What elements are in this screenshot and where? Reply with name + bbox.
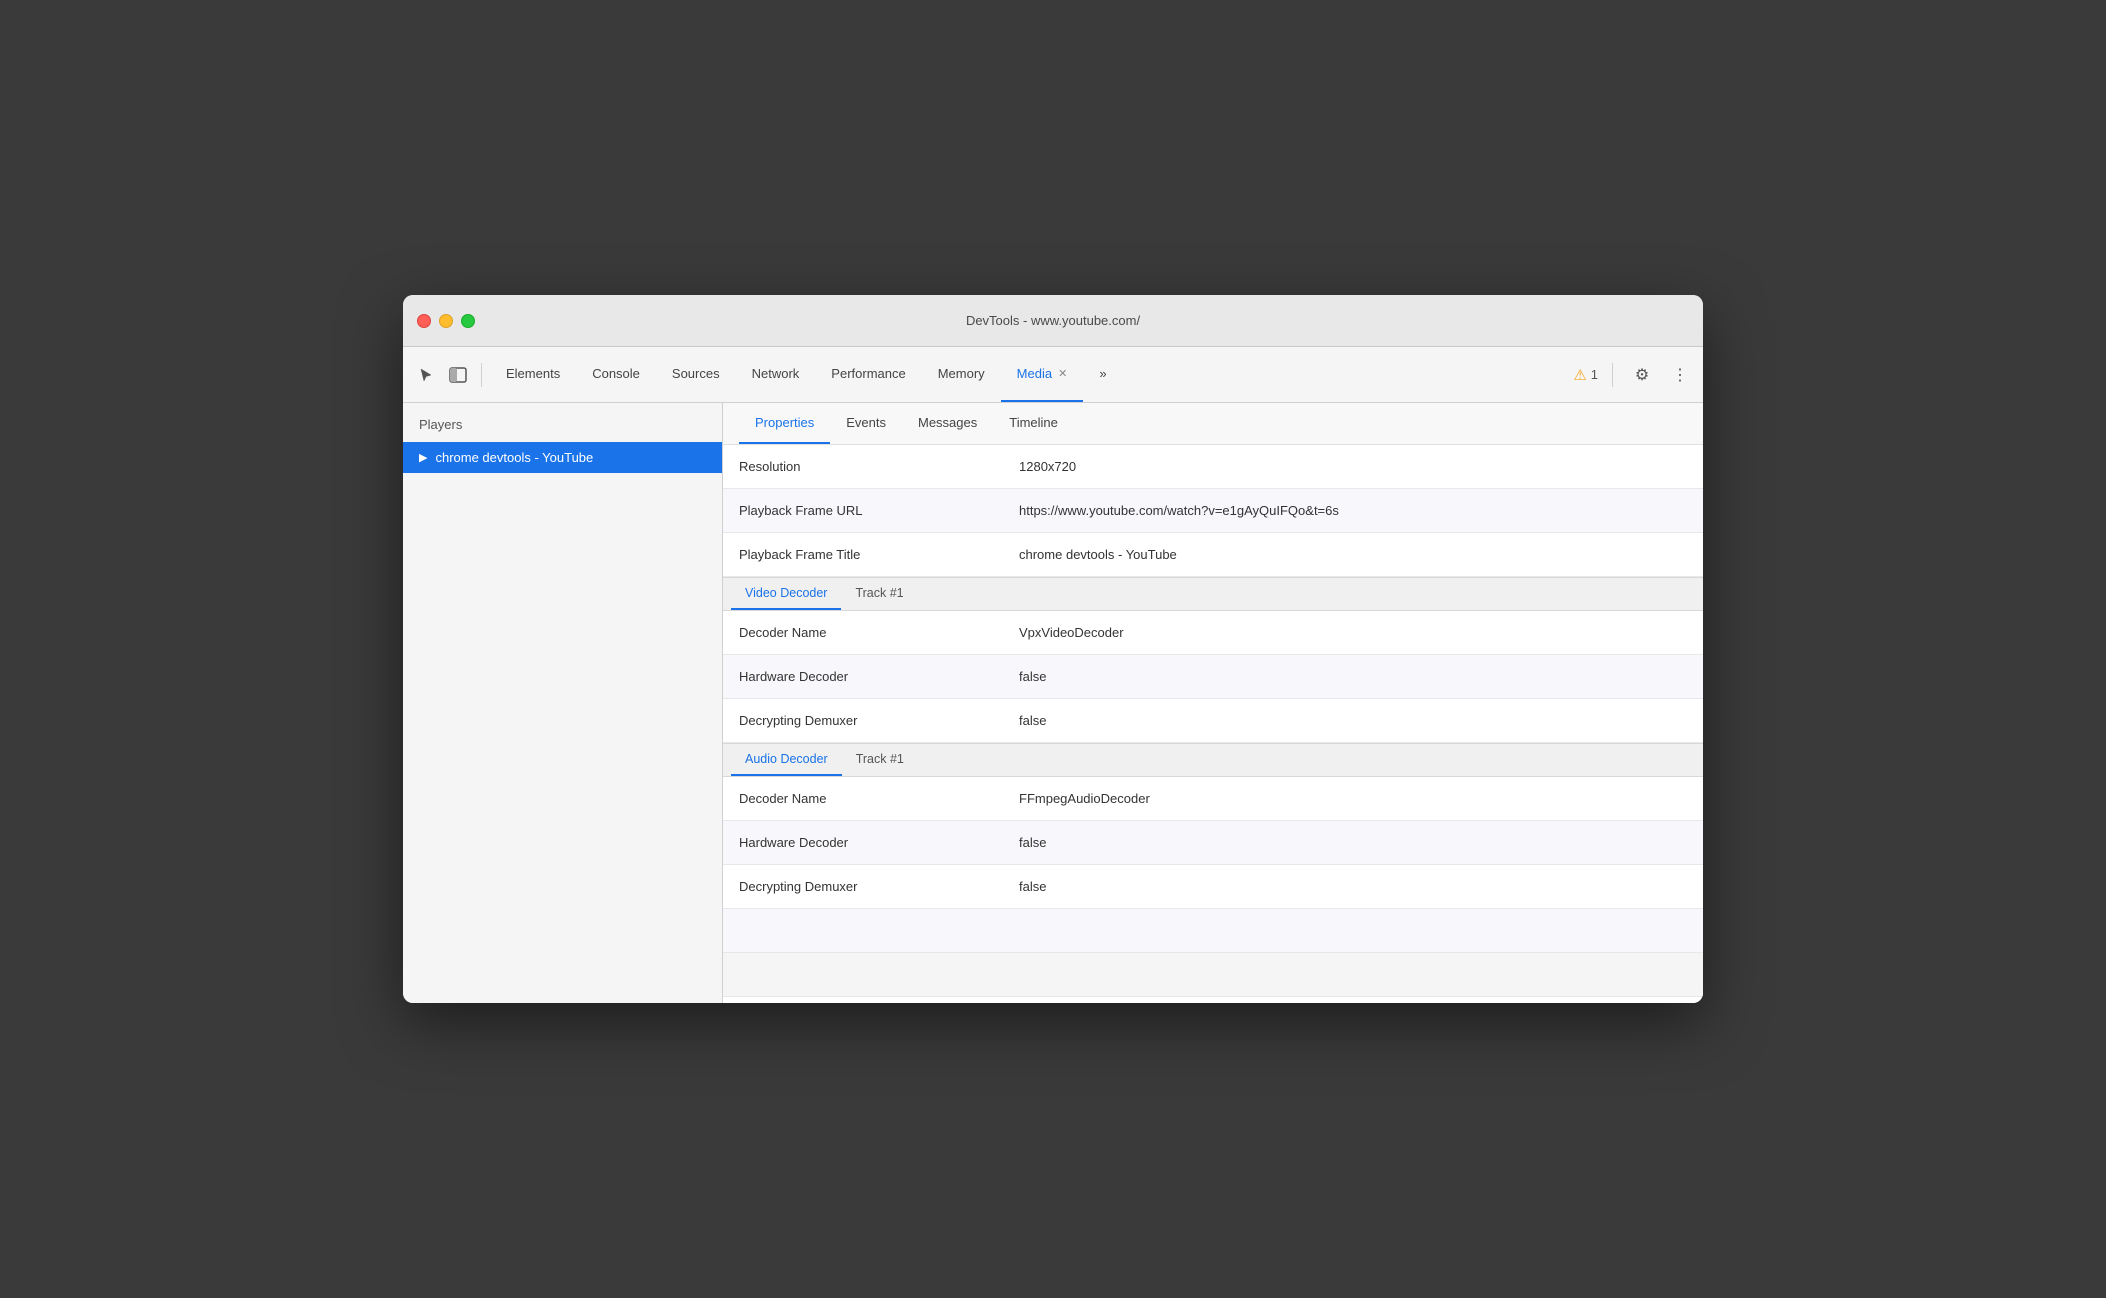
- empty-row-2: [723, 953, 1703, 997]
- prop-value-vhardware: false: [1003, 659, 1703, 694]
- table-row: Playback Frame URL https://www.youtube.c…: [723, 489, 1703, 533]
- tab-media-close[interactable]: ✕: [1058, 367, 1067, 380]
- subtab-messages[interactable]: Messages: [902, 403, 993, 444]
- prop-value-ademuxer: false: [1003, 869, 1703, 904]
- table-row: Decrypting Demuxer false: [723, 865, 1703, 909]
- prop-label-frame-url: Playback Frame URL: [723, 493, 1003, 528]
- warning-badge[interactable]: ⚠ 1: [1573, 366, 1598, 384]
- video-decoder-tabs: Video Decoder Track #1: [723, 578, 1703, 610]
- table-row: Playback Frame Title chrome devtools - Y…: [723, 533, 1703, 577]
- sub-tabs: Properties Events Messages Timeline: [723, 403, 1703, 445]
- tab-media[interactable]: Media ✕: [1001, 347, 1084, 402]
- devtools-window: DevTools - www.youtube.com/ Elements Con…: [403, 295, 1703, 1003]
- prop-label-vdemuxer: Decrypting Demuxer: [723, 703, 1003, 738]
- close-button[interactable]: [417, 314, 431, 328]
- prop-label-adecoder-name: Decoder Name: [723, 781, 1003, 816]
- sidebar: Players ▶ chrome devtools - YouTube: [403, 403, 723, 1003]
- player-item[interactable]: ▶ chrome devtools - YouTube: [403, 442, 722, 473]
- table-row: Hardware Decoder false: [723, 655, 1703, 699]
- table-row: Hardware Decoder false: [723, 821, 1703, 865]
- settings-button[interactable]: ⚙: [1627, 360, 1657, 390]
- subtab-timeline[interactable]: Timeline: [993, 403, 1074, 444]
- prop-label-vhardware: Hardware Decoder: [723, 659, 1003, 694]
- audio-decoder-section-header: Audio Decoder Track #1: [723, 743, 1703, 777]
- toolbar-divider: [481, 363, 482, 387]
- prop-label-ahardware: Hardware Decoder: [723, 825, 1003, 860]
- maximize-button[interactable]: [461, 314, 475, 328]
- more-options-button[interactable]: ⋮: [1665, 360, 1695, 390]
- empty-row: [723, 909, 1703, 953]
- tab-console[interactable]: Console: [576, 347, 656, 402]
- toolbar: Elements Console Sources Network Perform…: [403, 347, 1703, 403]
- prop-value-frame-url: https://www.youtube.com/watch?v=e1gAyQuI…: [1003, 493, 1703, 528]
- cursor-icon[interactable]: [411, 360, 441, 390]
- minimize-button[interactable]: [439, 314, 453, 328]
- sidebar-header: Players: [403, 403, 722, 442]
- toolbar-right: ⚠ 1 ⚙ ⋮: [1573, 360, 1695, 390]
- tab-more[interactable]: »: [1083, 347, 1122, 402]
- main-content: Players ▶ chrome devtools - YouTube Prop…: [403, 403, 1703, 1003]
- tab-sources[interactable]: Sources: [656, 347, 736, 402]
- tab-network[interactable]: Network: [736, 347, 816, 402]
- warning-icon: ⚠: [1573, 366, 1586, 384]
- video-track-tab[interactable]: Track #1: [841, 578, 917, 610]
- table-row: Decrypting Demuxer false: [723, 699, 1703, 743]
- window-title: DevTools - www.youtube.com/: [966, 313, 1140, 328]
- prop-label-frame-title: Playback Frame Title: [723, 537, 1003, 572]
- prop-value-vdemuxer: false: [1003, 703, 1703, 738]
- tab-elements[interactable]: Elements: [490, 347, 576, 402]
- tab-performance[interactable]: Performance: [815, 347, 921, 402]
- prop-label-vdecoder-name: Decoder Name: [723, 615, 1003, 650]
- prop-label-ademuxer: Decrypting Demuxer: [723, 869, 1003, 904]
- prop-label-resolution: Resolution: [723, 449, 1003, 484]
- traffic-lights: [417, 314, 475, 328]
- player-arrow-icon: ▶: [419, 451, 427, 464]
- right-panel: Properties Events Messages Timeline Reso…: [723, 403, 1703, 1003]
- tab-memory[interactable]: Memory: [922, 347, 1001, 402]
- title-bar: DevTools - www.youtube.com/: [403, 295, 1703, 347]
- audio-decoder-tabs: Audio Decoder Track #1: [723, 744, 1703, 776]
- subtab-properties[interactable]: Properties: [739, 403, 830, 444]
- toolbar-tabs: Elements Console Sources Network Perform…: [490, 347, 1571, 402]
- right-divider: [1612, 363, 1613, 387]
- prop-value-frame-title: chrome devtools - YouTube: [1003, 537, 1703, 572]
- table-row: Decoder Name VpxVideoDecoder: [723, 611, 1703, 655]
- dock-icon[interactable]: [443, 360, 473, 390]
- prop-value-vdecoder-name: VpxVideoDecoder: [1003, 615, 1703, 650]
- prop-value-adecoder-name: FFmpegAudioDecoder: [1003, 781, 1703, 816]
- audio-track-tab[interactable]: Track #1: [842, 744, 918, 776]
- table-row: Resolution 1280x720: [723, 445, 1703, 489]
- prop-value-resolution: 1280x720: [1003, 449, 1703, 484]
- video-decoder-section-header: Video Decoder Track #1: [723, 577, 1703, 611]
- subtab-events[interactable]: Events: [830, 403, 902, 444]
- audio-decoder-tab[interactable]: Audio Decoder: [731, 744, 842, 776]
- prop-value-ahardware: false: [1003, 825, 1703, 860]
- properties-table: Resolution 1280x720 Playback Frame URL h…: [723, 445, 1703, 1003]
- video-decoder-tab[interactable]: Video Decoder: [731, 578, 841, 610]
- table-row: Decoder Name FFmpegAudioDecoder: [723, 777, 1703, 821]
